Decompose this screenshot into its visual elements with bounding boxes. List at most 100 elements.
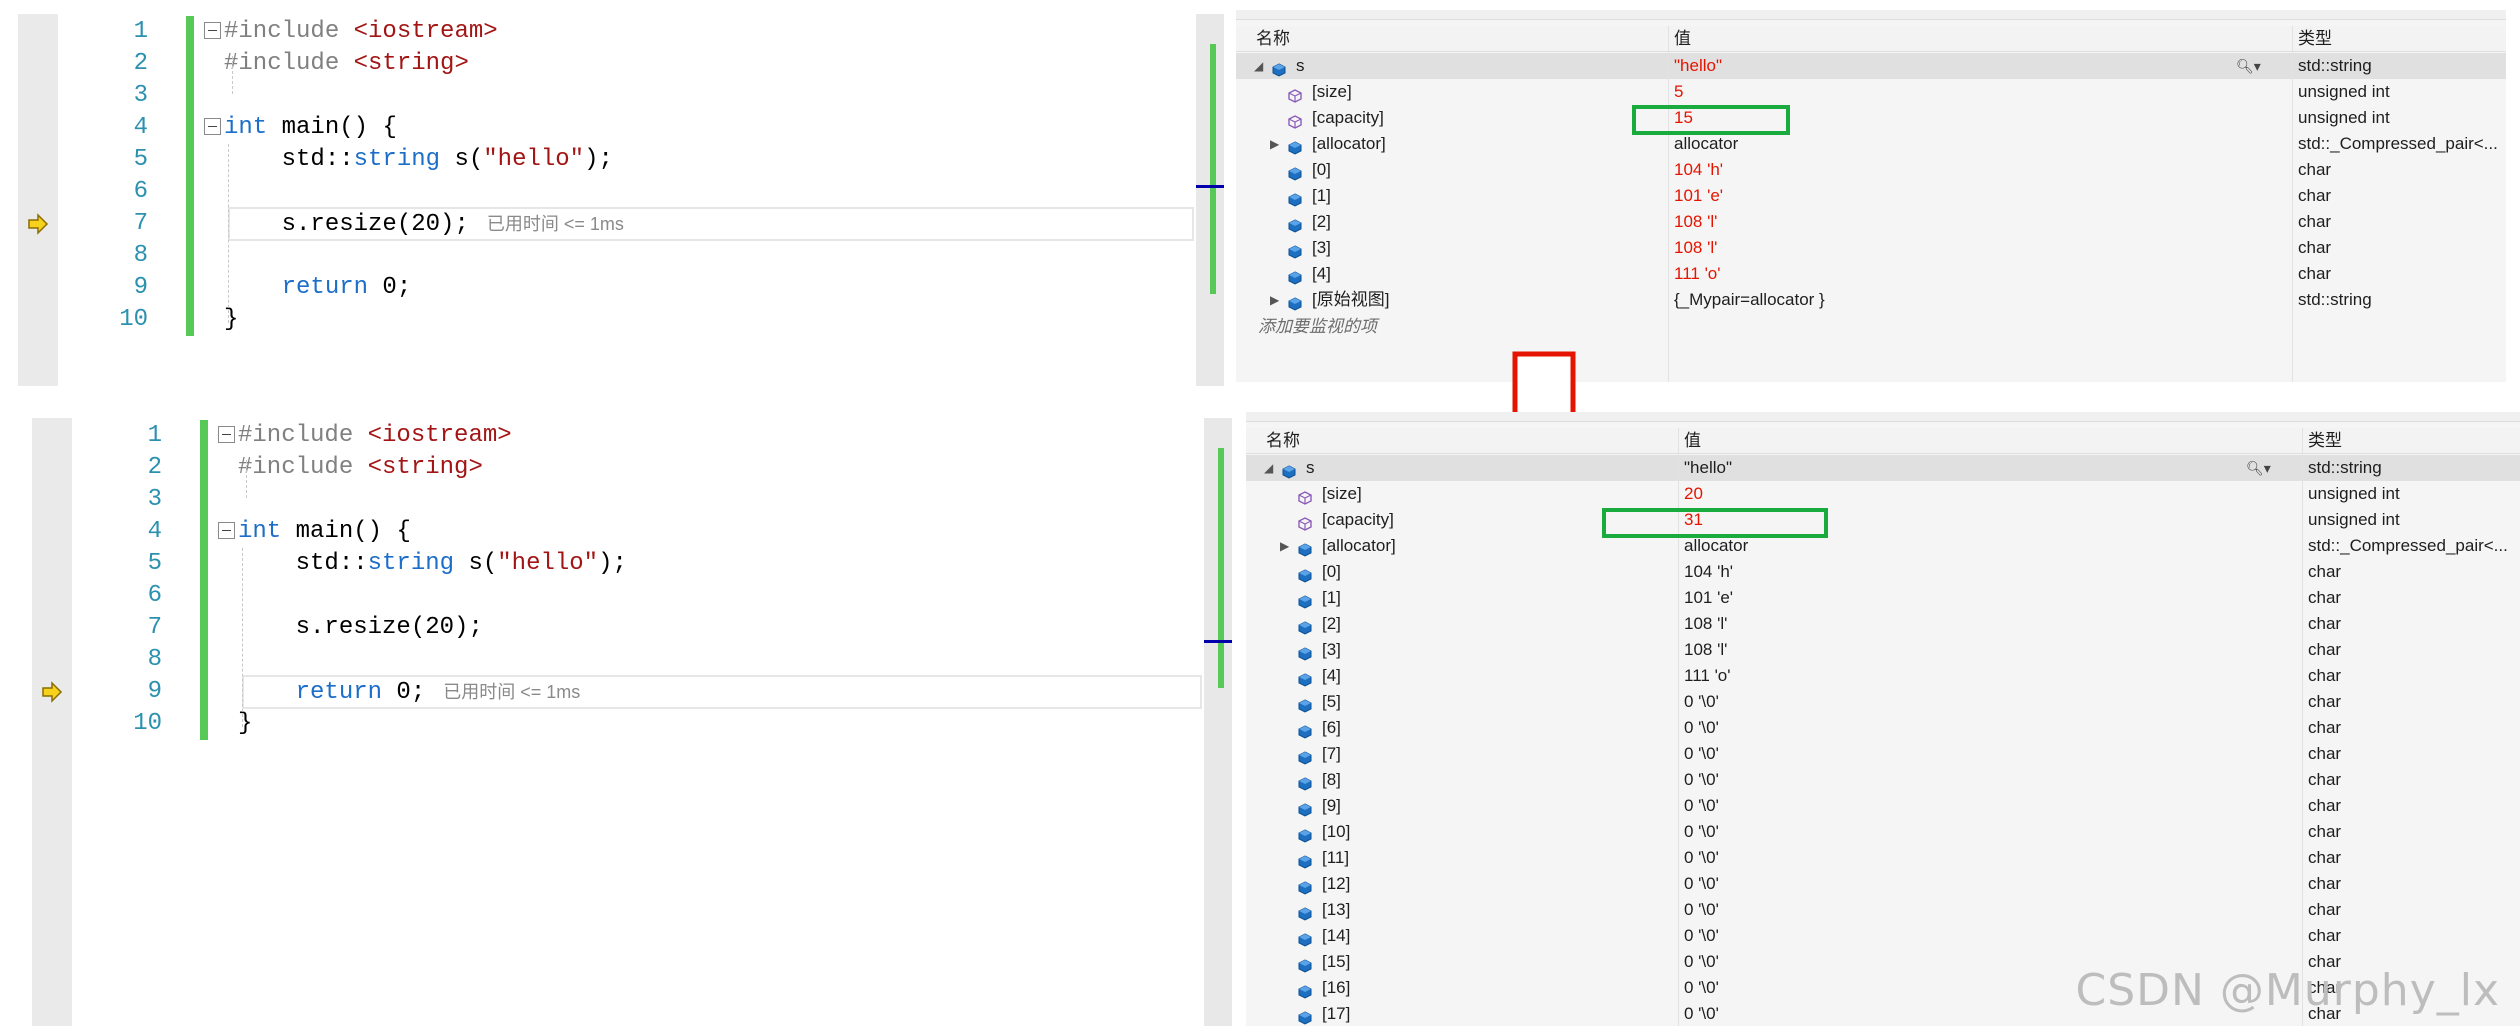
search-icon[interactable]: 🔍︎▾ (2246, 455, 2271, 481)
watch-name: [0] (1312, 160, 1331, 179)
code-area[interactable]: 1 #include <iostream> 2 #include <string> 3 4… (58, 14, 1196, 386)
watch-row[interactable]: [6] 0 '\0' char (1246, 715, 2520, 741)
code-text: #include <string> (224, 48, 469, 80)
collapse-icon[interactable] (204, 118, 221, 135)
watch-row[interactable]: [4] 111 'o' char (1246, 663, 2520, 689)
watch-value: 0 '\0' (1684, 770, 1719, 789)
watch-row[interactable]: ◢ s "hello" 🔍︎▾ std::string (1246, 455, 2520, 481)
watch-row[interactable]: [10] 0 '\0' char (1246, 819, 2520, 845)
watch-value: 104 'h' (1684, 562, 1734, 581)
watch-row[interactable]: [0] 104 'h' char (1246, 559, 2520, 585)
watch-row[interactable]: [0] 104 'h' char (1236, 157, 2506, 183)
watch-value: 0 '\0' (1684, 718, 1719, 737)
column-divider[interactable] (2302, 428, 2303, 1026)
type-column-header[interactable]: 类型 (2298, 26, 2332, 52)
watch-value: 0 '\0' (1684, 978, 1719, 997)
watch-row[interactable]: [capacity] 31 unsigned int (1246, 507, 2520, 533)
watch-type: char (2308, 744, 2342, 763)
code-token: <string> (353, 50, 469, 77)
watch-type: char (2308, 822, 2342, 841)
watch-row[interactable]: [4] 111 'o' char (1236, 261, 2506, 287)
collapse-icon[interactable] (204, 22, 221, 39)
code-token: std:: (238, 550, 368, 577)
watch-row[interactable]: [size] 5 unsigned int (1236, 79, 2506, 105)
expand-arrow-icon[interactable]: ▶ (1270, 131, 1279, 157)
line-number: 10 (119, 306, 148, 333)
variable-cube-icon (1298, 803, 1312, 817)
column-divider[interactable] (2292, 26, 2293, 382)
perf-tip[interactable]: 已用时间 <= 1ms (487, 214, 624, 234)
collapse-arrow-icon[interactable]: ◢ (1254, 53, 1263, 79)
watch-row[interactable]: [capacity] 15 unsigned int (1236, 105, 2506, 131)
code-area[interactable]: 1 #include <iostream> 2 #include <string> 3 4… (72, 418, 1204, 1026)
watch-type: char (2308, 692, 2342, 711)
line-number: 8 (133, 242, 148, 269)
variable-icon-wrap (1298, 643, 1312, 661)
code-token: #include (238, 422, 368, 449)
watch-row[interactable]: [size] 20 unsigned int (1246, 481, 2520, 507)
expand-arrow-icon[interactable]: ▶ (1280, 533, 1289, 559)
watch-name: [capacity] (1322, 510, 1394, 529)
watch-row[interactable]: [7] 0 '\0' char (1246, 741, 2520, 767)
code-token: main() { (267, 114, 397, 141)
change-marker (1218, 448, 1224, 688)
watch-value: 101 'e' (1674, 186, 1724, 205)
watch-row[interactable]: [2] 108 'l' char (1236, 209, 2506, 235)
watch-row[interactable]: [9] 0 '\0' char (1246, 793, 2520, 819)
line-number: 7 (133, 210, 148, 237)
code-token: #include (224, 18, 354, 45)
code-text: } (224, 304, 238, 336)
current-statement-arrow-icon (42, 681, 63, 703)
watch-row[interactable]: [13] 0 '\0' char (1246, 897, 2520, 923)
editor-scrollbar[interactable] (1196, 14, 1224, 386)
watch-type: char (2308, 666, 2342, 685)
watch-type: std::_Compressed_pair<... (2308, 536, 2508, 555)
collapse-arrow-icon[interactable]: ◢ (1264, 455, 1273, 481)
breakpoint-margin[interactable] (32, 418, 72, 1026)
watch-row[interactable]: [2] 108 'l' char (1246, 611, 2520, 637)
watch-row[interactable]: [14] 0 '\0' char (1246, 923, 2520, 949)
watch-value: 104 'h' (1674, 160, 1724, 179)
variable-cube-icon (1298, 829, 1312, 843)
variable-icon-wrap (1298, 565, 1312, 583)
watch-row[interactable]: [3] 108 'l' char (1236, 235, 2506, 261)
watch-row[interactable]: [3] 108 'l' char (1246, 637, 2520, 663)
variable-cube-icon (1282, 465, 1296, 479)
name-column-header[interactable]: 名称 (1256, 26, 1290, 52)
variable-icon-wrap (1282, 461, 1296, 479)
breakpoint-margin[interactable] (18, 14, 58, 386)
value-column-header[interactable]: 值 (1684, 428, 1701, 454)
value-column-header[interactable]: 值 (1674, 26, 1691, 52)
column-divider[interactable] (1668, 26, 1669, 382)
property-icon-wrap (1298, 487, 1312, 505)
watch-row[interactable]: [11] 0 '\0' char (1246, 845, 2520, 871)
expand-arrow-icon[interactable]: ▶ (1270, 287, 1279, 313)
code-token: return (281, 274, 369, 301)
editor-scrollbar[interactable] (1204, 418, 1232, 1026)
add-watch-item[interactable]: 添加要监视的项 (1258, 312, 1377, 337)
watch-row[interactable]: ▶ [allocator] allocator std::_Compressed_pa… (1246, 533, 2520, 559)
watch-row[interactable]: [1] 101 'e' char (1246, 585, 2520, 611)
watch-row[interactable]: [5] 0 '\0' char (1246, 689, 2520, 715)
watch-row[interactable]: ▶ [原始视图] {_Mypair=allocator } std::string (1236, 287, 2506, 313)
code-line: 1 #include <iostream> (72, 420, 1204, 452)
variable-icon-wrap (1298, 695, 1312, 713)
code-text: #include <iostream> (224, 16, 498, 48)
top-code-editor: 1 #include <iostream> 2 #include <string> 3 4… (18, 14, 1224, 386)
perf-tip[interactable]: 已用时间 <= 1ms (443, 682, 580, 702)
watch-row[interactable]: ▶ [allocator] allocator std::_Compressed_pa… (1236, 131, 2506, 157)
code-line: 2 #include <string> (72, 452, 1204, 484)
watch-type: char (2298, 212, 2332, 231)
watch-row[interactable]: [12] 0 '\0' char (1246, 871, 2520, 897)
watch-row[interactable]: ◢ s "hello" 🔍︎▾ std::string (1236, 53, 2506, 79)
variable-icon-wrap (1298, 981, 1312, 999)
collapse-icon[interactable] (218, 426, 235, 443)
watch-name: [9] (1322, 796, 1341, 815)
name-column-header[interactable]: 名称 (1266, 428, 1300, 454)
watch-row[interactable]: [1] 101 'e' char (1236, 183, 2506, 209)
collapse-icon[interactable] (218, 522, 235, 539)
search-icon[interactable]: 🔍︎▾ (2236, 53, 2261, 79)
watch-row[interactable]: [8] 0 '\0' char (1246, 767, 2520, 793)
type-column-header[interactable]: 类型 (2308, 428, 2342, 454)
indent-guide (246, 460, 247, 499)
